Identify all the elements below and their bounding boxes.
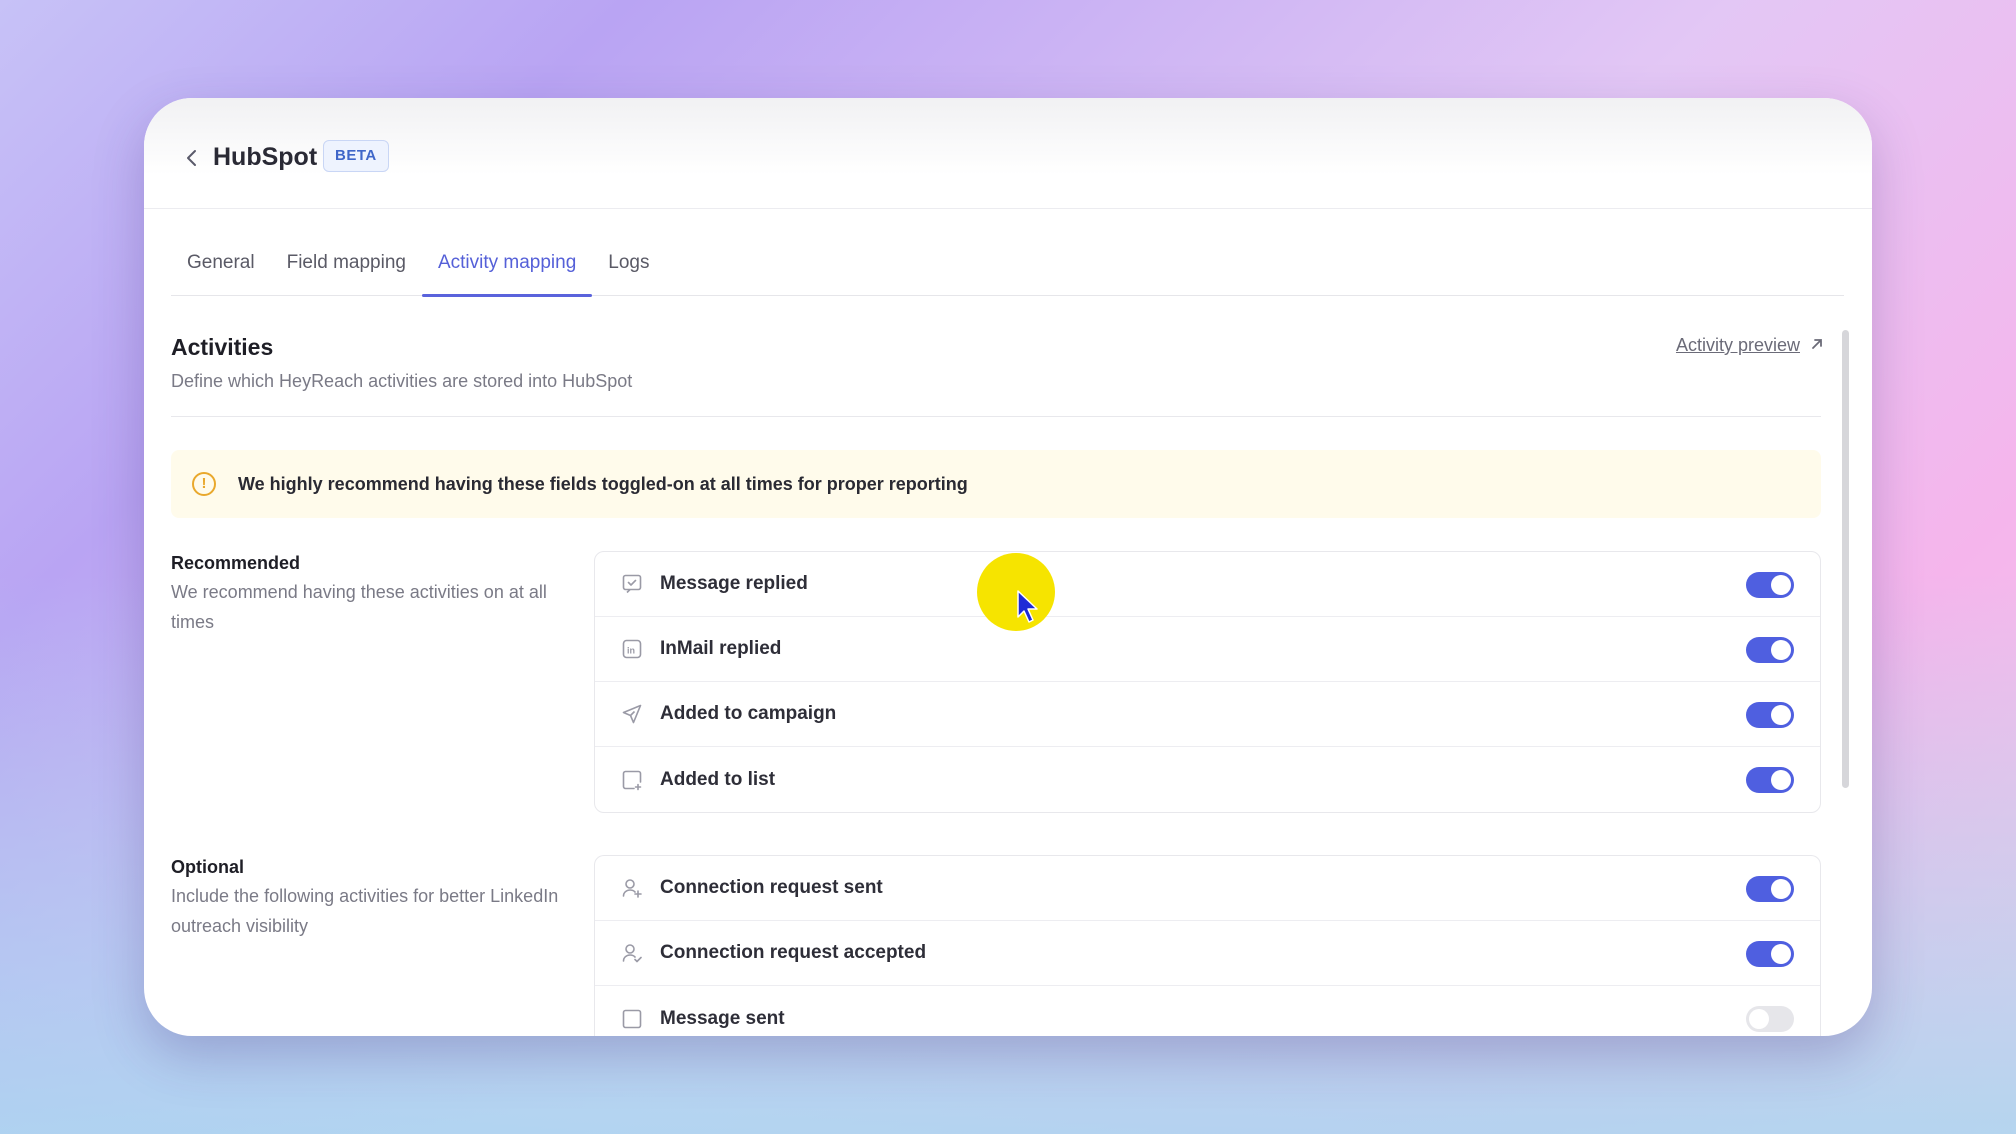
optional-label: Optional xyxy=(171,857,244,877)
send-icon xyxy=(621,703,643,725)
toggle-connection-request-accepted[interactable] xyxy=(1746,941,1794,967)
optional-panel: Connection request sent Connection reque… xyxy=(594,855,1821,1036)
activity-label: Message replied xyxy=(660,573,808,594)
mouse-cursor-icon xyxy=(1016,589,1040,625)
list-add-icon xyxy=(621,769,643,791)
activity-row-connection-request-sent: Connection request sent xyxy=(595,856,1820,921)
divider xyxy=(171,416,1821,417)
activity-label: Added to campaign xyxy=(660,703,837,724)
alert-text: We highly recommend having these fields … xyxy=(238,473,968,494)
back-chevron-icon[interactable] xyxy=(180,146,204,170)
page-title: HubSpot xyxy=(213,143,318,171)
svg-text:in: in xyxy=(627,646,635,656)
activity-label: InMail replied xyxy=(660,638,782,659)
toggle-added-to-list[interactable] xyxy=(1746,767,1794,793)
toggle-message-sent[interactable] xyxy=(1746,1006,1794,1032)
user-check-icon xyxy=(621,942,643,964)
activity-row-connection-request-accepted: Connection request accepted xyxy=(595,921,1820,986)
activity-row-added-to-list: Added to list xyxy=(595,747,1820,812)
activity-row-message-replied: Message replied xyxy=(595,552,1820,617)
activity-preview-label: Activity preview xyxy=(1675,335,1800,355)
message-icon xyxy=(621,1008,643,1030)
activity-label: Added to list xyxy=(660,768,776,790)
activity-label: Connection request accepted xyxy=(660,942,927,963)
external-arrow-icon xyxy=(1810,335,1824,356)
toggle-added-to-campaign[interactable] xyxy=(1746,702,1794,728)
warning-icon: ! xyxy=(192,472,216,496)
optional-description: Include the following activities for bet… xyxy=(171,886,559,936)
recommendation-alert: ! We highly recommend having these field… xyxy=(171,450,1821,518)
tab-logs[interactable]: Logs xyxy=(592,248,665,296)
section-title: Activities xyxy=(171,334,274,360)
user-plus-icon xyxy=(621,877,643,899)
toggle-connection-request-sent[interactable] xyxy=(1746,876,1794,902)
tab-field-mapping[interactable]: Field mapping xyxy=(271,248,422,296)
card-header: HubSpot BETA xyxy=(144,98,1872,209)
beta-badge: BETA xyxy=(323,140,389,172)
recommended-panel: Message replied in InMail replied Added … xyxy=(594,551,1821,813)
section-subtitle: Define which HeyReach activities are sto… xyxy=(171,371,633,391)
activity-label: Connection request sent xyxy=(660,877,883,898)
activity-label: Message sent xyxy=(660,1007,785,1029)
toggle-message-replied[interactable] xyxy=(1746,572,1794,598)
activity-row-message-sent: Message sent xyxy=(595,986,1820,1036)
toggle-inmail-replied[interactable] xyxy=(1746,637,1794,663)
scrollbar[interactable] xyxy=(1842,330,1849,788)
tab-activity-mapping[interactable]: Activity mapping xyxy=(421,248,593,297)
recommended-label: Recommended xyxy=(171,553,301,573)
activity-preview-link[interactable]: Activity preview xyxy=(1676,335,1824,356)
tab-bar: General Field mapping Activity mapping L… xyxy=(171,248,1844,297)
tab-general[interactable]: General xyxy=(171,248,271,296)
activity-row-inmail-replied: in InMail replied xyxy=(595,617,1820,682)
recommended-description: We recommend having these activities on … xyxy=(171,582,547,632)
message-check-icon xyxy=(621,573,643,595)
linkedin-icon: in xyxy=(621,638,643,660)
activity-row-added-to-campaign: Added to campaign xyxy=(595,682,1820,747)
